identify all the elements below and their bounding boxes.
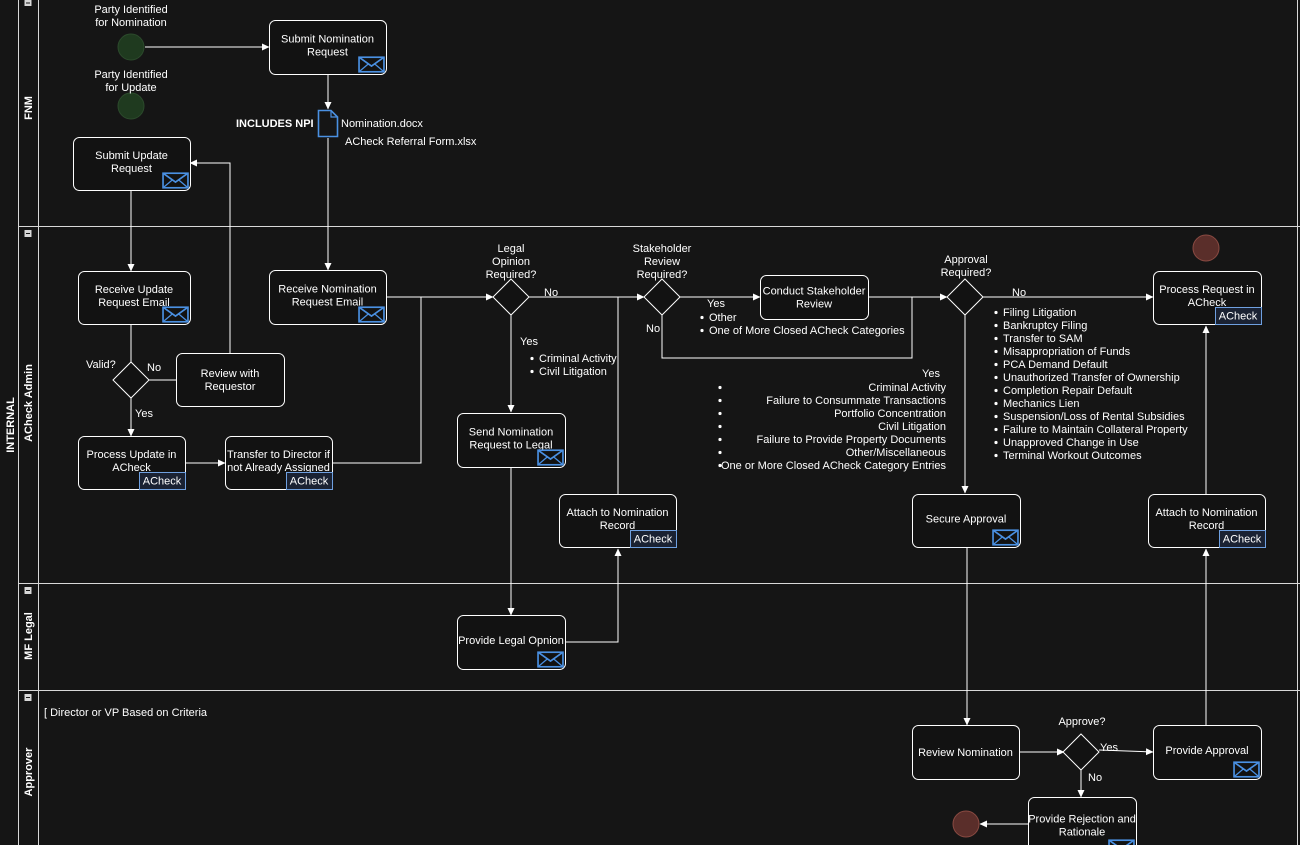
task-submit-nomination[interactable]: Submit Nomination Request <box>269 20 387 75</box>
legal-criteria-list: Criminal ActivityCivil Litigation <box>530 353 617 378</box>
process-diagram: INTERNAL FNM ACheck Admin MF Legal Appro… <box>0 0 1300 845</box>
svg-text:ACheck: ACheck <box>143 476 182 488</box>
lane-label-legal: MF Legal <box>23 612 35 660</box>
task-label: Review with Requestor <box>201 368 260 393</box>
acheck-tag: ACheck <box>1215 307 1262 325</box>
task-conduct-review[interactable]: Conduct Stakeholder Review <box>760 275 869 320</box>
task-transfer-director[interactable]: Transfer to Director if not Already Assig… <box>225 436 333 490</box>
task-label: Provide Legal Opnion <box>458 635 564 647</box>
criteria-item: Failure to Consummate Transactions <box>766 395 946 407</box>
task-process-update[interactable]: Process Update in ACheckACheck <box>78 436 186 490</box>
lane-collapse-admin-icon[interactable] <box>24 230 32 237</box>
stakeholder-no-label: No <box>646 323 660 335</box>
criteria-item: Civil Litigation <box>539 366 607 378</box>
valid-no-label: No <box>147 362 161 374</box>
start-event-update-label: Party Identified for Update <box>94 69 167 94</box>
svg-text:ACheck: ACheck <box>634 534 673 546</box>
task-receive-nomination[interactable]: Receive Nomination Request Email <box>269 270 387 325</box>
acheck-tag: ACheck <box>139 472 186 490</box>
task-label: Secure Approval <box>926 514 1007 526</box>
start-event-update[interactable] <box>117 92 145 120</box>
svg-text:ACheck: ACheck <box>1219 311 1258 323</box>
task-provide-rejection[interactable]: Provide Rejection and Rationale <box>1028 797 1137 845</box>
task-label: Provide Approval <box>1165 745 1248 757</box>
criteria-item: Filing Litigation <box>1003 307 1076 319</box>
task-label: Send Nomination Request to Legal <box>469 427 553 452</box>
task-provide-legal[interactable]: Provide Legal Opnion <box>457 615 566 670</box>
gateway-approval-label: Approval Required? <box>941 254 992 279</box>
approve-no-label: No <box>1088 772 1102 784</box>
valid-yes-label: Yes <box>135 408 153 420</box>
gateway-valid-label: Valid? <box>86 359 116 371</box>
document-nomination: Nomination.docx <box>341 118 423 130</box>
acheck-tag: ACheck <box>1219 530 1266 548</box>
criteria-item: Terminal Workout Outcomes <box>1003 450 1142 462</box>
criteria-item: Failure to Provide Property Documents <box>756 434 946 446</box>
start-event-nomination[interactable] <box>117 33 145 61</box>
criteria-item: Other <box>709 312 737 324</box>
npi-label: INCLUDES NPI <box>236 118 314 130</box>
criteria-item: Bankruptcy Filing <box>1003 320 1087 332</box>
task-provide-approval[interactable]: Provide Approval <box>1153 725 1262 780</box>
lane-collapse-fnm-icon[interactable] <box>24 0 32 6</box>
task-label: Transfer to Director if not Already Assig… <box>227 449 331 474</box>
lane-collapse-legal-icon[interactable] <box>24 587 32 594</box>
criteria-item: Completion Repair Default <box>1003 385 1132 397</box>
task-submit-update[interactable]: Submit Update Request <box>73 137 191 191</box>
document-referral-form: ACheck Referral Form.xlsx <box>345 136 477 148</box>
criteria-item: Transfer to SAM <box>1003 333 1083 345</box>
task-label: Receive Nomination Request Email <box>278 284 376 309</box>
task-review-nomination[interactable]: Review Nomination <box>912 725 1020 780</box>
criteria-item: Criminal Activity <box>539 353 617 365</box>
criteria-item: Misappropriation of Funds <box>1003 346 1131 358</box>
criteria-item: Portfolio Concentration <box>834 408 946 420</box>
end-event-bottom[interactable] <box>952 810 980 838</box>
criteria-item: PCA Demand Default <box>1003 359 1108 371</box>
criteria-item: One of More Closed ACheck Categories <box>709 325 905 337</box>
task-send-legal[interactable]: Send Nomination Request to Legal <box>457 413 566 468</box>
start-event-nomination-label: Party Identified for Nomination <box>94 4 167 29</box>
criteria-item: Civil Litigation <box>878 421 946 433</box>
svg-text:ACheck: ACheck <box>1223 534 1262 546</box>
pool-label: INTERNAL <box>5 397 17 453</box>
task-label: Review Nomination <box>918 747 1013 759</box>
criteria-item: Criminal Activity <box>868 382 946 394</box>
approval-no-label: No <box>1012 287 1026 299</box>
task-review-requestor[interactable]: Review with Requestor <box>176 353 285 407</box>
acheck-tag: ACheck <box>630 530 677 548</box>
criteria-item: One or More Closed ACheck Category Entri… <box>721 460 946 472</box>
gateway-approve-label: Approve? <box>1058 716 1105 728</box>
legal-yes-label: Yes <box>520 336 538 348</box>
task-attach-record-1[interactable]: Attach to Nomination RecordACheck <box>559 494 677 548</box>
task-secure-approval[interactable]: Secure Approval <box>912 494 1021 548</box>
task-attach-record-2[interactable]: Attach to Nomination RecordACheck <box>1148 494 1266 548</box>
criteria-item: Unapproved Change in Use <box>1003 437 1139 449</box>
acheck-tag: ACheck <box>286 472 333 490</box>
stakeholder-yes-label: Yes <box>707 298 725 310</box>
lane-collapse-approver-icon[interactable] <box>24 694 32 701</box>
task-receive-update[interactable]: Receive Update Request Email <box>78 271 191 325</box>
criteria-item: Unauthorized Transfer of Ownership <box>1003 372 1180 384</box>
criteria-item: Suspension/Loss of Rental Subsidies <box>1003 411 1185 423</box>
task-process-request[interactable]: Process Request in ACheckACheck <box>1153 271 1262 325</box>
criteria-item: Failure to Maintain Collateral Property <box>1003 424 1188 436</box>
task-label: Receive Update Request Email <box>95 284 173 309</box>
lane-label-admin: ACheck Admin <box>23 364 35 442</box>
approval-yes-label: Yes <box>922 368 940 380</box>
lane-label-approver: Approver <box>23 747 35 797</box>
criteria-item: Other/Miscellaneous <box>846 447 947 459</box>
legal-no-label: No <box>544 287 558 299</box>
lane-label-fnm: FNM <box>23 96 35 120</box>
criteria-item: Mechanics Lien <box>1003 398 1079 410</box>
svg-text:ACheck: ACheck <box>290 476 329 488</box>
approve-yes-label: Yes <box>1100 742 1118 754</box>
approver-annotation: [ Director or VP Based on Criteria <box>44 707 208 719</box>
end-event-top[interactable] <box>1192 234 1220 262</box>
